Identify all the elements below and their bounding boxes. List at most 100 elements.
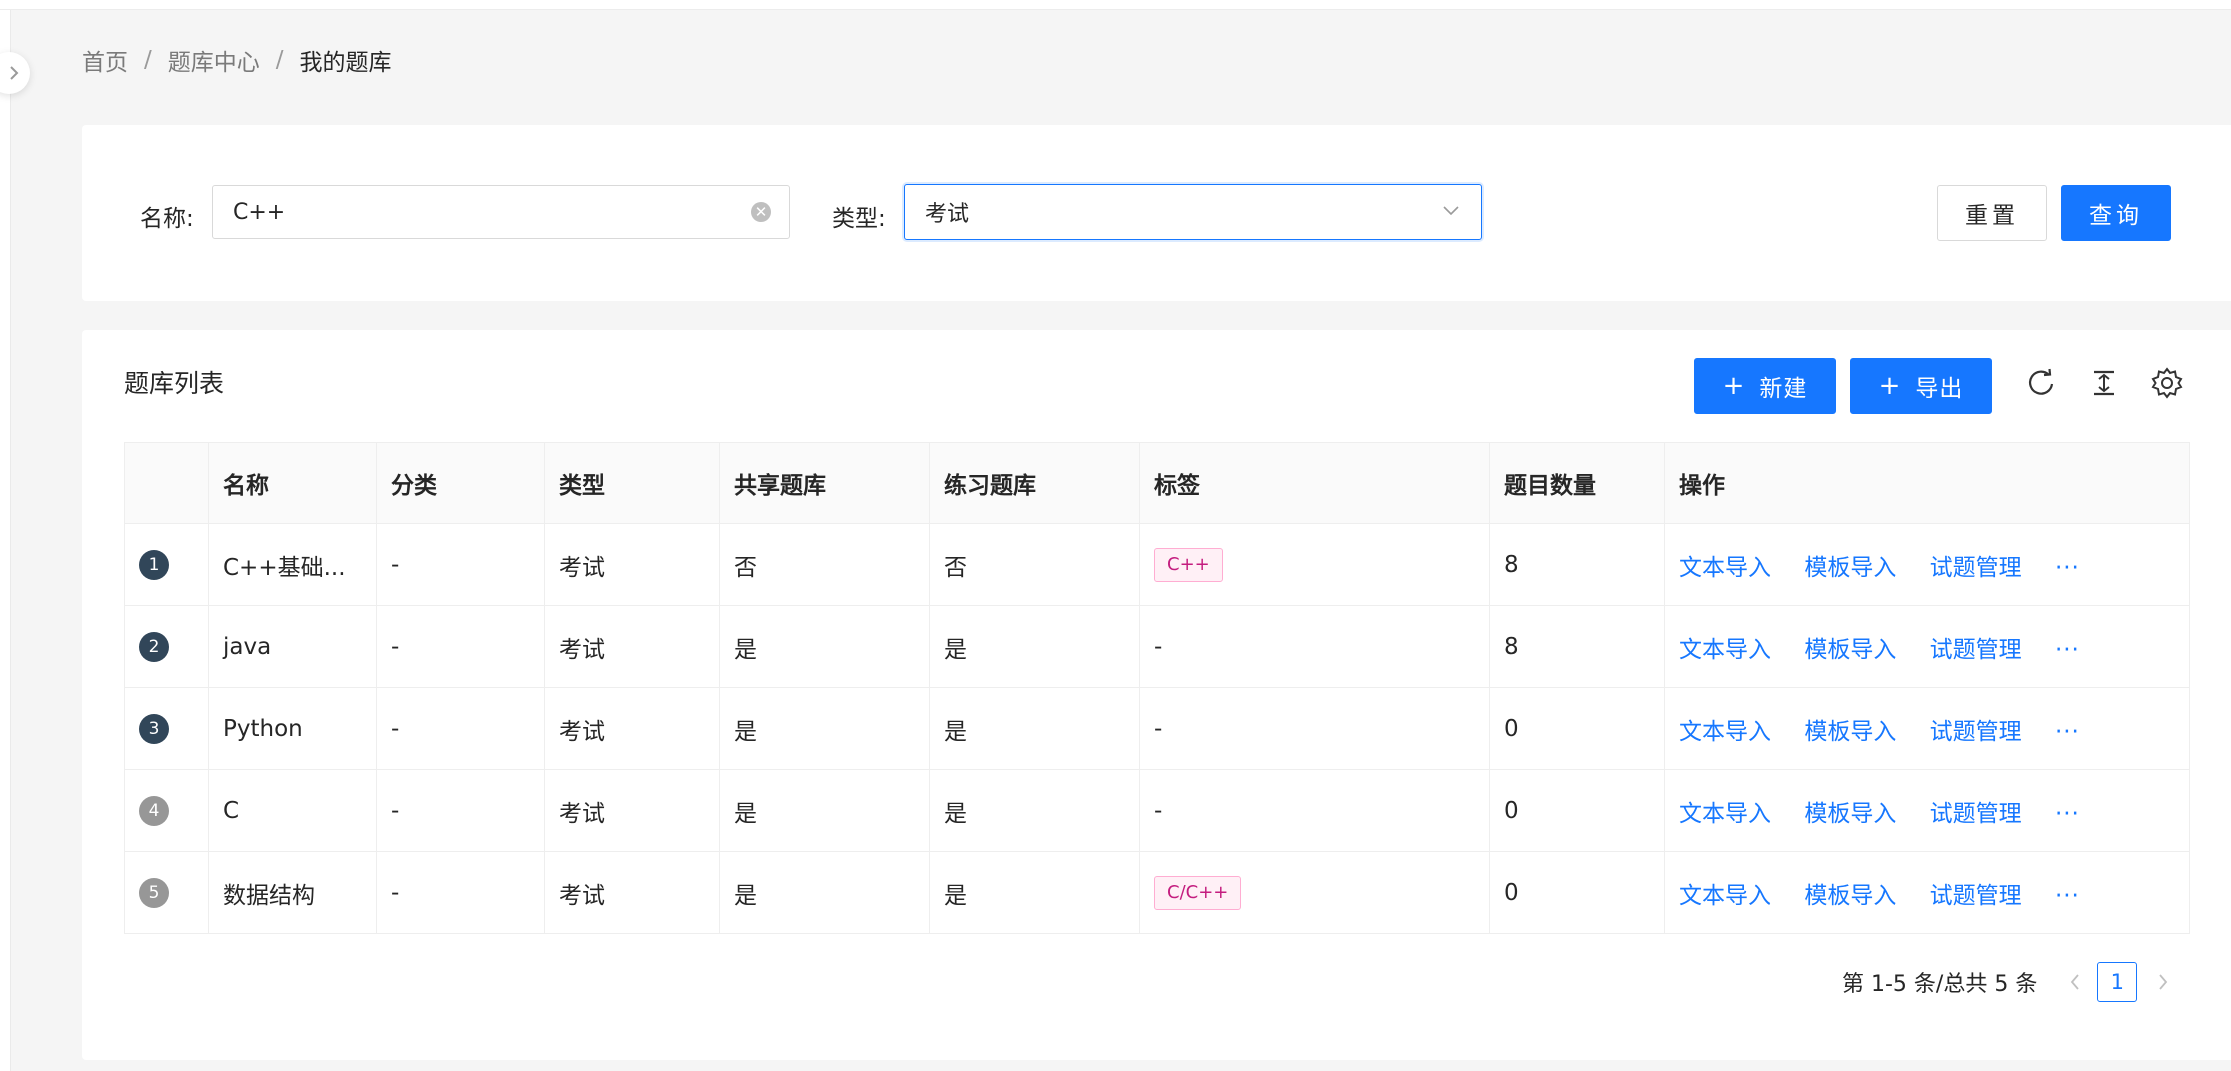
column-header-name: 名称	[208, 442, 377, 524]
row-shared: 是	[719, 605, 930, 688]
row-name: C++基础...	[208, 523, 377, 606]
breadcrumb: 首页 / 题库中心 / 我的题库	[82, 40, 392, 80]
column-header-index	[124, 442, 209, 524]
row-practice: 是	[929, 605, 1140, 688]
question-manage-link[interactable]: 试题管理	[1930, 555, 2022, 581]
question-manage-link[interactable]: 试题管理	[1930, 801, 2022, 827]
row-count: 0	[1489, 687, 1665, 770]
type-select-value: 考试	[925, 202, 970, 227]
type-select[interactable]: 考试	[904, 184, 1482, 240]
template-import-link[interactable]: 模板导入	[1804, 555, 1896, 581]
table-row: 1 C++基础... - 考试 否 否 C++ 8 文本导入 模板导入 试题管理…	[124, 523, 2190, 606]
text-import-link[interactable]: 文本导入	[1679, 883, 1771, 909]
table-header-row: 名称 分类 类型 共享题库 练习题库 标签 题目数量 操作	[124, 442, 2190, 524]
row-practice: 是	[929, 851, 1140, 934]
setting-icon[interactable]	[2150, 366, 2184, 400]
row-count: 8	[1489, 523, 1665, 606]
new-button[interactable]: + 新建	[1694, 358, 1836, 414]
breadcrumb-question-center[interactable]: 题库中心	[168, 43, 260, 77]
left-arrow-icon[interactable]	[2067, 972, 2083, 992]
breadcrumb-separator: /	[144, 47, 152, 73]
clear-icon[interactable]: ✕	[751, 202, 771, 222]
row-index-badge: 2	[139, 631, 169, 662]
breadcrumb-current: 我的题库	[299, 50, 392, 76]
column-header-count: 题目数量	[1489, 442, 1665, 524]
row-type: 考试	[544, 687, 720, 770]
name-input[interactable]: C++ ✕	[212, 185, 790, 239]
column-header-type: 类型	[544, 442, 720, 524]
text-import-link[interactable]: 文本导入	[1679, 555, 1771, 581]
text-import-link[interactable]: 文本导入	[1679, 801, 1771, 827]
row-index-badge: 1	[139, 549, 169, 580]
row-shared: 是	[719, 769, 930, 852]
question-manage-link[interactable]: 试题管理	[1930, 883, 2022, 909]
right-arrow-icon[interactable]	[2155, 972, 2171, 992]
row-shared: 否	[719, 523, 930, 606]
row-tag: -	[1139, 605, 1490, 688]
row-name: java	[208, 605, 377, 688]
more-actions-icon[interactable]: ···	[2055, 637, 2080, 663]
type-label: 类型:	[832, 206, 886, 232]
row-shared: 是	[719, 851, 930, 934]
row-index-badge: 4	[139, 795, 169, 826]
row-index-badge: 5	[139, 877, 169, 908]
template-import-link[interactable]: 模板导入	[1804, 883, 1896, 909]
row-tag: C++	[1154, 547, 1223, 582]
plus-icon: +	[1878, 371, 1902, 401]
column-header-shared: 共享题库	[719, 442, 930, 524]
row-type: 考试	[544, 523, 720, 606]
column-header-practice: 练习题库	[929, 442, 1140, 524]
template-import-link[interactable]: 模板导入	[1804, 719, 1896, 745]
name-label: 名称:	[140, 206, 194, 232]
text-import-link[interactable]: 文本导入	[1679, 637, 1771, 663]
breadcrumb-separator: /	[275, 47, 284, 73]
row-practice: 否	[929, 523, 1140, 606]
new-button-label: 新建	[1759, 376, 1808, 402]
sidebar-collapsed	[0, 10, 30, 1071]
sidebar-toggle-button[interactable]	[0, 52, 30, 94]
question-bank-table: 名称 分类 类型 共享题库 练习题库 标签 题目数量 操作 1 C++基础...…	[124, 442, 2190, 934]
row-type: 考试	[544, 605, 720, 688]
chevron-right-icon	[10, 66, 19, 80]
row-shared: 是	[719, 687, 930, 770]
table-row: 5 数据结构 - 考试 是 是 C/C++ 0 文本导入 模板导入 试题管理 ·…	[124, 851, 2190, 934]
pagination-summary: 第 1-5 条/总共 5 条	[1842, 972, 2038, 997]
breadcrumb-home[interactable]: 首页	[82, 43, 128, 77]
pagination: 第 1-5 条/总共 5 条 1	[1842, 960, 2171, 1004]
top-bar	[0, 0, 2231, 10]
row-category: -	[376, 687, 545, 770]
row-count: 8	[1489, 605, 1665, 688]
row-type: 考试	[544, 851, 720, 934]
row-count: 0	[1489, 769, 1665, 852]
template-import-link[interactable]: 模板导入	[1804, 801, 1896, 827]
row-tag: -	[1139, 769, 1490, 852]
column-height-icon[interactable]	[2087, 366, 2121, 400]
search-form-card: 名称: C++ ✕ 类型: 考试 重置 查询	[82, 125, 2231, 301]
more-actions-icon[interactable]: ···	[2055, 719, 2080, 745]
query-button[interactable]: 查询	[2061, 185, 2171, 241]
row-category: -	[376, 523, 545, 606]
list-title: 题库列表	[124, 369, 225, 398]
question-manage-link[interactable]: 试题管理	[1930, 637, 2022, 663]
row-practice: 是	[929, 769, 1140, 852]
more-actions-icon[interactable]: ···	[2055, 801, 2080, 827]
more-actions-icon[interactable]: ···	[2055, 555, 2080, 581]
column-header-tags: 标签	[1139, 442, 1490, 524]
row-category: -	[376, 851, 545, 934]
template-import-link[interactable]: 模板导入	[1804, 637, 1896, 663]
row-category: -	[376, 605, 545, 688]
more-actions-icon[interactable]: ···	[2055, 883, 2080, 909]
row-index-badge: 3	[139, 713, 169, 744]
text-import-link[interactable]: 文本导入	[1679, 719, 1771, 745]
page-number-button[interactable]: 1	[2097, 962, 2138, 1002]
column-header-actions: 操作	[1664, 442, 2190, 524]
reload-icon[interactable]	[2024, 366, 2058, 400]
name-input-value: C++	[233, 199, 286, 225]
row-name: C	[208, 769, 377, 852]
export-button[interactable]: + 导出	[1850, 358, 1992, 414]
row-name: 数据结构	[208, 851, 377, 934]
question-manage-link[interactable]: 试题管理	[1930, 719, 2022, 745]
row-name: Python	[208, 687, 377, 770]
row-count: 0	[1489, 851, 1665, 934]
reset-button[interactable]: 重置	[1937, 185, 2047, 241]
